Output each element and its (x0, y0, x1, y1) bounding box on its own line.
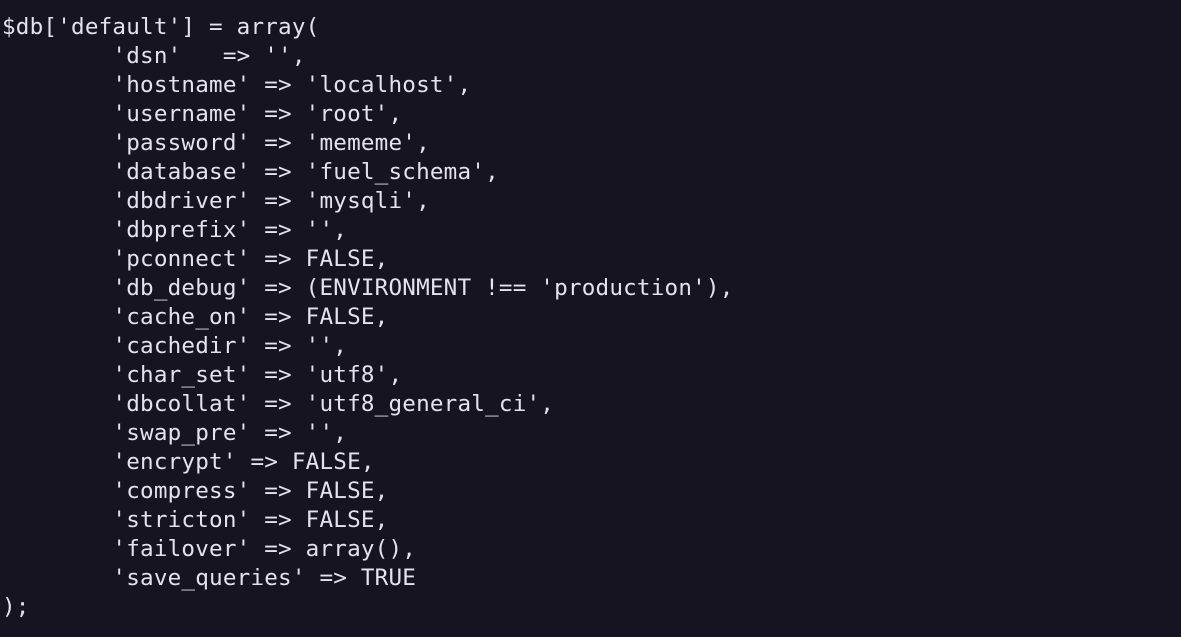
code-line-12: 'cachedir' => '', (2, 333, 348, 359)
code-line-1: $db['default'] = array( (2, 14, 320, 40)
code-line-18: 'stricton' => FALSE, (2, 507, 389, 533)
code-line-3: 'hostname' => 'localhost', (2, 72, 472, 98)
code-view[interactable]: $db['default'] = array( 'dsn' => '', 'ho… (0, 0, 1181, 637)
code-line-17: 'compress' => FALSE, (2, 478, 389, 504)
code-line-6: 'database' => 'fuel_schema', (2, 159, 499, 185)
code-line-10: 'db_debug' => (ENVIRONMENT !== 'producti… (2, 275, 734, 301)
code-line-4: 'username' => 'root', (2, 101, 403, 127)
code-line-11: 'cache_on' => FALSE, (2, 304, 389, 330)
code-line-5: 'password' => 'mememe', (2, 130, 430, 156)
code-line-9: 'pconnect' => FALSE, (2, 246, 389, 272)
code-line-8: 'dbprefix' => '', (2, 217, 348, 243)
code-line-20: 'save_queries' => TRUE (2, 565, 417, 591)
code-line-15: 'swap_pre' => '', (2, 420, 348, 446)
code-line-19: 'failover' => array(), (2, 536, 417, 562)
code-line-2: 'dsn' => '', (2, 43, 306, 69)
code-line-21: ); (2, 594, 30, 620)
code-line-14: 'dbcollat' => 'utf8_general_ci', (2, 391, 555, 417)
code-line-16: 'encrypt' => FALSE, (2, 449, 375, 475)
code-line-7: 'dbdriver' => 'mysqli', (2, 188, 430, 214)
code-line-13: 'char_set' => 'utf8', (2, 362, 403, 388)
